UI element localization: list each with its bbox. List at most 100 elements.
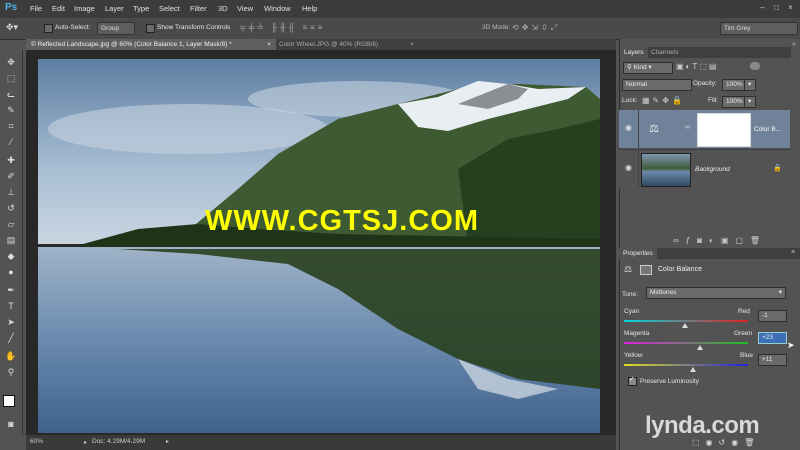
- layers-footer-icons[interactable]: ∞ƒ◙◐▣▢🗑: [673, 236, 767, 245]
- background-thumbnail[interactable]: [641, 153, 691, 187]
- mask-icon[interactable]: [640, 265, 652, 275]
- menu-filter[interactable]: Filter: [190, 4, 207, 13]
- transform-controls-checkbox[interactable]: [146, 24, 155, 33]
- blur-tool-icon[interactable]: ◆: [4, 250, 18, 262]
- blend-mode-dropdown[interactable]: Normal: [622, 79, 692, 91]
- layer-filter-icons[interactable]: ▣◐T⬚▤: [676, 62, 718, 71]
- menu-3d[interactable]: 3D: [218, 4, 228, 13]
- auto-select-checkbox[interactable]: [44, 24, 53, 33]
- zoom-level[interactable]: 60%: [30, 438, 43, 445]
- menu-layer[interactable]: Layer: [105, 4, 124, 13]
- document-image[interactable]: [38, 59, 600, 433]
- visibility-eye-icon[interactable]: ◉: [625, 163, 632, 172]
- slider-value-input[interactable]: +11: [758, 354, 787, 366]
- path-select-icon[interactable]: ➤: [4, 316, 18, 328]
- layers-panel-tabs: Layers Channels: [620, 47, 791, 58]
- maximize-icon[interactable]: □: [772, 3, 781, 12]
- filter-toggle[interactable]: [750, 62, 760, 70]
- 3d-mode-label: 3D Mode:: [482, 24, 511, 31]
- zoom-tool-icon[interactable]: ⚲: [4, 366, 18, 378]
- tab-channels[interactable]: Channels: [647, 47, 682, 58]
- mask-link-icon[interactable]: ∞: [685, 124, 690, 131]
- slider-value-input[interactable]: +23: [758, 332, 787, 344]
- menu-window[interactable]: Window: [264, 4, 291, 13]
- dodge-tool-icon[interactable]: ●: [4, 266, 18, 278]
- line-tool-icon[interactable]: ╱: [4, 332, 18, 344]
- gradient-tool-icon[interactable]: ▤: [4, 234, 18, 246]
- properties-footer-icons[interactable]: ⬚◉↺◉🗑: [692, 438, 760, 447]
- tone-label: Tone:: [622, 291, 638, 298]
- slider-left-label: Magenta: [624, 330, 650, 337]
- menu-image[interactable]: Image: [74, 4, 95, 13]
- slider-track[interactable]: [624, 320, 748, 322]
- pen-tool-icon[interactable]: ✒: [4, 284, 18, 296]
- landscape-photo: [38, 59, 600, 433]
- minimize-icon[interactable]: –: [758, 3, 767, 12]
- workspace-dropdown[interactable]: Tim Grey: [720, 22, 798, 35]
- eyedropper-tool-icon[interactable]: ⁄: [4, 136, 18, 148]
- menu-file[interactable]: File: [30, 4, 42, 13]
- yellow-blue-slider[interactable]: Yellow Blue +11: [622, 350, 787, 372]
- align-icons[interactable]: ╤╪╧ ╟╫╢ ≡≡≡: [240, 23, 325, 32]
- slider-right-label: Green: [734, 330, 753, 337]
- slider-track[interactable]: [624, 342, 748, 344]
- menu-type[interactable]: Type: [133, 4, 149, 13]
- magenta-green-slider[interactable]: Magenta Green +23: [622, 328, 787, 350]
- slider-left-label: Cyan: [624, 308, 640, 315]
- eraser-tool-icon[interactable]: ▱: [4, 218, 18, 230]
- color-balance-adjustment-icon: ⚖: [649, 123, 659, 135]
- tab-close-icon[interactable]: ×: [410, 39, 414, 50]
- doc-size: Doc: 4.29M/4.29M: [92, 438, 146, 445]
- type-tool-icon[interactable]: T: [4, 300, 18, 312]
- move-tool-icon[interactable]: ✥: [4, 56, 18, 68]
- slider-value-input[interactable]: -1: [758, 310, 787, 322]
- slider-thumb[interactable]: [689, 367, 696, 372]
- crop-tool-icon[interactable]: ⌗: [4, 120, 18, 132]
- lock-icons[interactable]: ▦✎✥🔒: [642, 96, 685, 105]
- brush-tool-icon[interactable]: ✐: [4, 170, 18, 182]
- menu-view[interactable]: View: [237, 4, 253, 13]
- clone-stamp-icon[interactable]: ⊥: [4, 186, 18, 198]
- opacity-slider-button[interactable]: ▾: [744, 79, 756, 91]
- menu-edit[interactable]: Edit: [52, 4, 65, 13]
- lock-label: Lock:: [622, 97, 638, 104]
- history-brush-icon[interactable]: ↺: [4, 202, 18, 214]
- marquee-tool-icon[interactable]: ⬚: [4, 72, 18, 84]
- options-bar: ✥▾ Auto-Select: Group Show Transform Con…: [0, 18, 800, 40]
- close-icon[interactable]: ×: [786, 3, 795, 12]
- kind-filter[interactable]: ⚲ Kind ▾: [623, 62, 673, 74]
- tab-properties[interactable]: Properties: [619, 248, 657, 259]
- quick-mask-icon[interactable]: ◙: [4, 418, 18, 430]
- tab-layers[interactable]: Layers: [620, 47, 648, 58]
- tab-close-icon[interactable]: ×: [267, 39, 271, 50]
- menu-select[interactable]: Select: [159, 4, 180, 13]
- panel-collapse-icon[interactable]: »: [792, 41, 796, 48]
- layer-name[interactable]: Background: [695, 166, 730, 173]
- auto-select-dropdown[interactable]: Group: [97, 22, 135, 35]
- fill-slider-button[interactable]: ▾: [744, 96, 756, 108]
- slider-right-label: Blue: [740, 352, 754, 359]
- menu-help[interactable]: Help: [302, 4, 317, 13]
- cyan-red-slider[interactable]: Cyan Red -1: [622, 306, 787, 328]
- slider-right-label: Red: [738, 308, 750, 315]
- properties-menu-icon[interactable]: ≡: [791, 249, 795, 256]
- foreground-color-swatch[interactable]: [3, 395, 15, 407]
- layer-row-background[interactable]: ◉ Background 🔒: [619, 149, 790, 188]
- move-tool-icon[interactable]: ✥▾: [6, 22, 18, 33]
- healing-brush-icon[interactable]: ✚: [4, 154, 18, 166]
- tab-color-wheel[interactable]: Color Wheel.JPG @ 40% (RGB/8) ×: [274, 39, 419, 50]
- slider-track[interactable]: [624, 364, 748, 366]
- hand-tool-icon[interactable]: ✋: [4, 350, 18, 362]
- layer-row-color-balance[interactable]: ◉ ⚖ ∞ Color B...: [619, 110, 790, 148]
- properties-tabbar: Properties ≡: [619, 248, 800, 259]
- layer-mask-thumbnail[interactable]: [697, 113, 751, 147]
- tab-reflected-landscape[interactable]: © Reflected Landscape.jpg @ 60% (Color B…: [26, 39, 276, 50]
- lasso-tool-icon[interactable]: ᓚ: [4, 88, 18, 100]
- status-expand-icon[interactable]: ▸: [166, 438, 169, 445]
- layer-name[interactable]: Color B...: [754, 126, 781, 133]
- status-menu-icon[interactable]: ▸: [84, 439, 87, 446]
- 3d-mode-icons[interactable]: ⟲✥⇲⇳⤢: [512, 23, 560, 33]
- visibility-eye-icon[interactable]: ◉: [625, 123, 632, 132]
- quick-select-tool-icon[interactable]: ✎: [4, 104, 18, 116]
- tone-dropdown[interactable]: Midtones ▾: [646, 287, 786, 299]
